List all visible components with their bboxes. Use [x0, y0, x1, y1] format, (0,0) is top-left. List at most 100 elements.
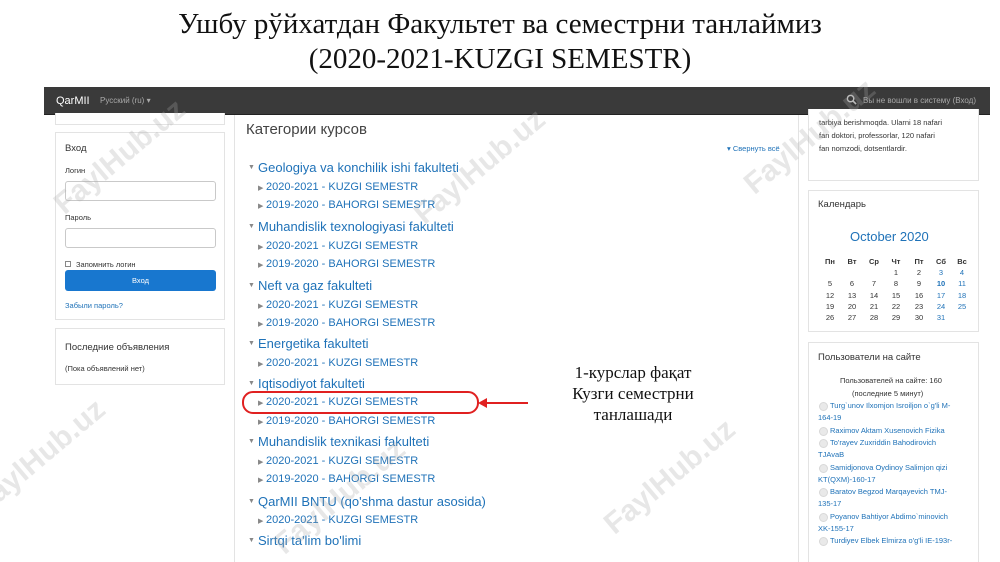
category-faculty[interactable]: Iqtisodiyot fakulteti — [258, 376, 365, 391]
calendar-title: Календарь — [818, 199, 866, 210]
caret-down-icon: ▼ — [248, 282, 255, 289]
calendar-day[interactable]: 31 — [930, 313, 952, 322]
online-user-link[interactable]: Samidjonova Oydinoy Salimjon qizi — [830, 462, 947, 474]
category-faculty[interactable]: Sirtqi ta'lim bo'limi — [258, 533, 361, 548]
slide-subtitle: (2020-2021-KUZGI SEMESTR) — [308, 43, 692, 75]
calendar-day[interactable]: 10 — [930, 279, 952, 288]
calendar-day[interactable]: 26 — [819, 313, 841, 322]
category-faculty[interactable]: Muhandislik texnikasi fakulteti — [258, 434, 429, 449]
calendar-day[interactable]: 9 — [908, 279, 930, 288]
calendar-day[interactable]: 6 — [841, 279, 863, 288]
calendar-weekday: Ср — [869, 257, 879, 266]
category-semester[interactable]: 2020-2021 - KUZGI SEMESTR — [266, 396, 418, 408]
user-avatar-icon — [819, 438, 828, 448]
password-input[interactable] — [65, 228, 216, 248]
category-semester[interactable]: 2019-2020 - BAHORGI SEMESTR — [266, 473, 435, 485]
news-block: Последние объявления (Пока объявлений не… — [55, 328, 225, 385]
category-semester[interactable]: 2020-2021 - KUZGI SEMESTR — [266, 357, 418, 369]
category-semester[interactable]: 2019-2020 - BAHORGI SEMESTR — [266, 199, 435, 211]
collapse-all-link[interactable]: ▾ Свернуть всё — [727, 144, 780, 153]
caret-right-icon: ▶ — [258, 321, 264, 328]
calendar-day[interactable]: 28 — [863, 313, 885, 322]
online-user-link[interactable]: XK-155-17 — [818, 523, 854, 535]
online-user-link[interactable]: Turg`unov Ilxomjon Isroiljon o`g'li M- — [830, 400, 950, 412]
category-semester[interactable]: 2019-2020 - BAHORGI SEMESTR — [266, 258, 435, 270]
category-semester[interactable]: 2020-2021 - KUZGI SEMESTR — [266, 299, 418, 311]
online-user-link[interactable]: 135-17 — [818, 498, 841, 510]
calendar-day[interactable]: 11 — [951, 279, 973, 288]
calendar-day[interactable]: 5 — [819, 279, 841, 288]
category-semester[interactable]: 2020-2021 - KUZGI SEMESTR — [266, 455, 418, 467]
calendar-day[interactable]: 29 — [885, 313, 907, 322]
remember-checkbox[interactable] — [65, 261, 71, 267]
login-block: Вход Логин Пароль Запомнить логин Вход З… — [55, 132, 225, 320]
news-block-title: Последние объявления — [65, 342, 170, 353]
about-line: tarbiya berishmoqda. Ularni 18 nafari — [819, 118, 942, 127]
calendar-day[interactable]: 15 — [885, 291, 907, 300]
calendar-month[interactable]: October 2020 — [850, 229, 929, 244]
category-faculty[interactable]: Muhandislik texnologiyasi fakulteti — [258, 219, 454, 234]
calendar-day[interactable]: 20 — [841, 302, 863, 311]
language-menu[interactable]: Русский (ru) ▾ — [100, 96, 151, 105]
login-input[interactable] — [65, 181, 216, 201]
calendar-day[interactable]: 30 — [908, 313, 930, 322]
calendar-day[interactable]: 4 — [951, 268, 973, 277]
caret-down-icon: ▼ — [248, 380, 255, 387]
category-semester[interactable]: 2020-2021 - KUZGI SEMESTR — [266, 181, 418, 193]
calendar-day[interactable]: 2 — [908, 268, 930, 277]
caret-right-icon: ▶ — [258, 419, 264, 426]
caret-right-icon: ▶ — [258, 477, 264, 484]
calendar-day[interactable]: 18 — [951, 291, 973, 300]
category-semester[interactable]: 2019-2020 - BAHORGI SEMESTR — [266, 317, 435, 329]
calendar-day[interactable]: 3 — [930, 268, 952, 277]
remember-label: Запомнить логин — [76, 260, 136, 269]
online-user-link[interactable]: TJAvaB — [818, 449, 844, 461]
category-semester[interactable]: 2020-2021 - KUZGI SEMESTR — [266, 240, 418, 252]
news-empty-text: (Пока объявлений нет) — [65, 364, 145, 373]
calendar-day[interactable]: 14 — [863, 291, 885, 300]
search-icon[interactable] — [846, 94, 857, 105]
calendar-day[interactable]: 12 — [819, 291, 841, 300]
calendar-day[interactable]: 24 — [930, 302, 952, 311]
online-user-link[interactable]: KT(QXM)-160-17 — [818, 474, 876, 486]
caret-right-icon: ▶ — [258, 459, 264, 466]
calendar-day[interactable]: 21 — [863, 302, 885, 311]
calendar-weekday: Вс — [957, 257, 967, 266]
calendar-day[interactable]: 27 — [841, 313, 863, 322]
calendar-day[interactable]: 17 — [930, 291, 952, 300]
calendar-weekday: Чт — [891, 257, 901, 266]
user-avatar-icon — [819, 463, 828, 473]
category-faculty[interactable]: Neft va gaz fakulteti — [258, 278, 372, 293]
calendar-day[interactable]: 7 — [863, 279, 885, 288]
caret-right-icon: ▶ — [258, 361, 264, 368]
category-faculty[interactable]: Geologiya va konchilik ishi fakulteti — [258, 160, 459, 175]
online-user-link[interactable]: Raximov Aktam Xusenovich Fizika — [830, 425, 945, 437]
calendar-day[interactable]: 16 — [908, 291, 930, 300]
category-semester[interactable]: 2020-2021 - KUZGI SEMESTR — [266, 514, 418, 526]
online-user-link[interactable]: 164-19 — [818, 412, 841, 424]
calendar-weekday: Сб — [936, 257, 946, 266]
calendar-day[interactable]: 23 — [908, 302, 930, 311]
category-faculty[interactable]: QarMII BNTU (qo'shma dastur asosida) — [258, 494, 486, 509]
online-user-link[interactable]: Baratov Begzod Marqayevich TMJ- — [830, 486, 947, 498]
forgot-password-link[interactable]: Забыли пароль? — [65, 301, 123, 310]
browser-viewport: QarMII Русский (ru) ▾ Вы не вошли в сист… — [44, 87, 990, 562]
category-semester[interactable]: 2019-2020 - BAHORGI SEMESTR — [266, 415, 435, 427]
site-brand[interactable]: QarMII — [56, 95, 90, 107]
password-label: Пароль — [65, 213, 92, 222]
calendar-day[interactable]: 25 — [951, 302, 973, 311]
category-faculty[interactable]: Energetika fakulteti — [258, 336, 369, 351]
calendar-day[interactable]: 1 — [885, 268, 907, 277]
caret-down-icon: ▼ — [248, 498, 255, 505]
caret-right-icon: ▶ — [258, 262, 264, 269]
online-user-link[interactable]: Turdiyev Elbek Elmirza o'g'li IE-193r- — [830, 535, 952, 547]
online-user-link[interactable]: To'rayev Zuxriddin Bahodirovich — [830, 437, 936, 449]
login-status[interactable]: Вы не вошли в систему (Вход) — [863, 96, 976, 105]
calendar-day[interactable]: 19 — [819, 302, 841, 311]
login-button[interactable]: Вход — [65, 270, 216, 291]
online-user-link[interactable]: Poyanov Bahtiyor Abdimo`minovich — [830, 511, 948, 523]
calendar-day[interactable]: 22 — [885, 302, 907, 311]
online-users-period: (последние 5 минут) — [852, 389, 924, 398]
calendar-day[interactable]: 13 — [841, 291, 863, 300]
calendar-day[interactable]: 8 — [885, 279, 907, 288]
